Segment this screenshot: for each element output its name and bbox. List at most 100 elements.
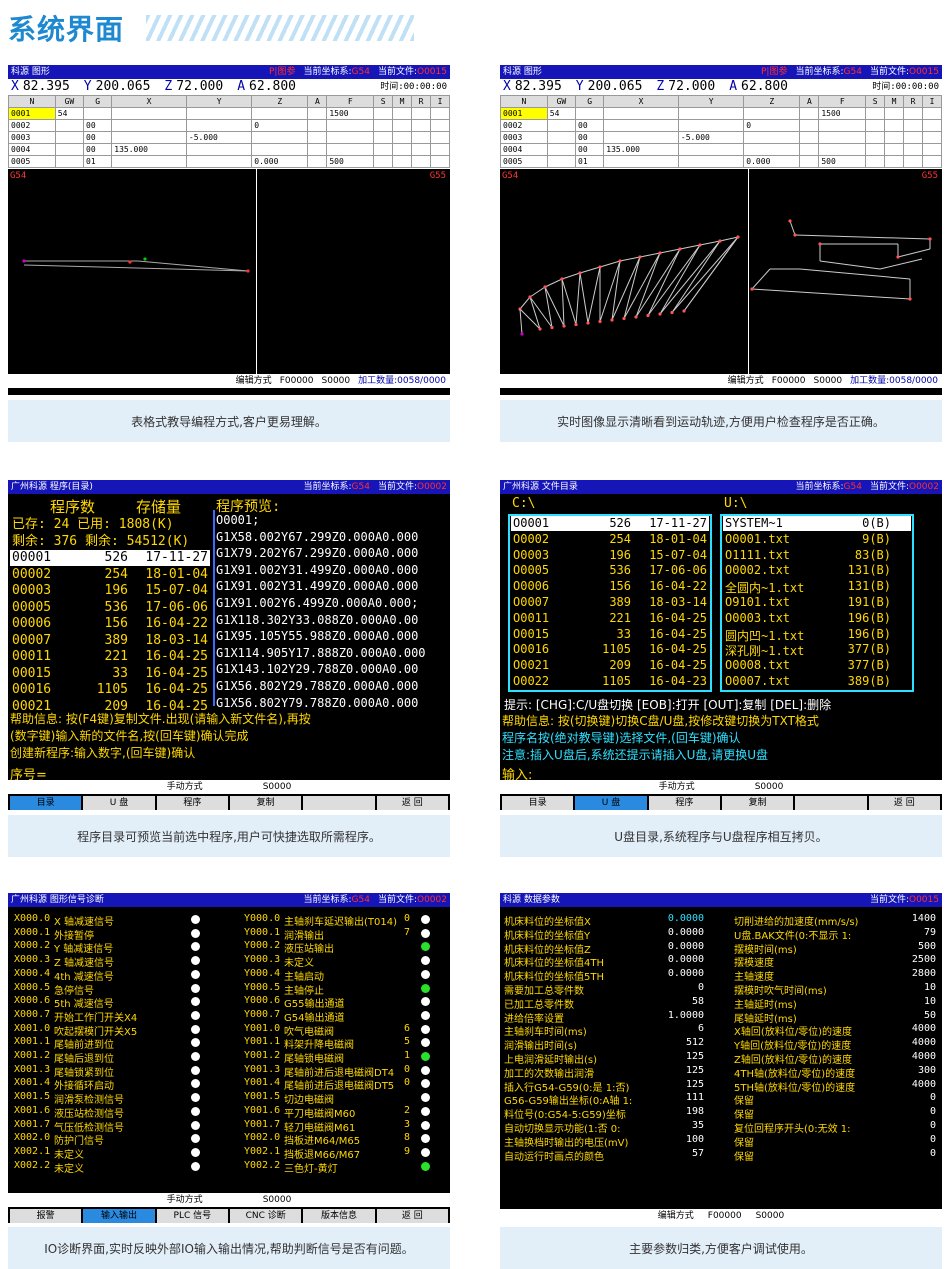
param-value[interactable]: 0.0000 xyxy=(668,954,704,965)
table-cell[interactable]: 01 xyxy=(575,155,605,168)
c-file-row[interactable]: O0016 1105 16-04-25 xyxy=(511,642,709,657)
c-file-row[interactable]: O0007 389 18-03-14 xyxy=(511,595,709,610)
softkey-6[interactable]: 返 回 xyxy=(868,796,940,810)
param-value[interactable]: 198 xyxy=(686,1106,704,1117)
table-cell[interactable] xyxy=(865,119,886,132)
table-cell[interactable] xyxy=(307,131,328,144)
table-cell[interactable] xyxy=(884,143,905,156)
table-cell[interactable]: 0005 xyxy=(8,155,56,168)
table-cell[interactable] xyxy=(922,143,942,156)
table-cell[interactable] xyxy=(392,143,413,156)
table-cell[interactable] xyxy=(392,107,413,120)
u-file-row[interactable]: O0002.txt 131(B) xyxy=(723,563,911,578)
param-value[interactable]: 4000 xyxy=(912,1079,936,1090)
table-cell[interactable] xyxy=(603,119,679,132)
table-cell[interactable]: 00 xyxy=(83,119,113,132)
table-cell[interactable] xyxy=(743,143,801,156)
param-value[interactable]: 0.0000 xyxy=(668,968,704,979)
table-cell[interactable]: 0004 xyxy=(8,143,56,156)
table-cell[interactable] xyxy=(603,155,679,168)
param-value[interactable]: 4000 xyxy=(912,1051,936,1062)
table-cell[interactable]: 0003 xyxy=(8,131,56,144)
softkey-3[interactable]: 程序 xyxy=(156,796,228,810)
table-cell[interactable] xyxy=(430,107,450,120)
table-cell[interactable] xyxy=(677,155,745,168)
table-cell[interactable] xyxy=(373,131,394,144)
table-cell[interactable]: 00 xyxy=(575,119,605,132)
param-value[interactable]: 100 xyxy=(686,1134,704,1145)
table-cell[interactable] xyxy=(185,119,253,132)
table-cell[interactable]: 0.000 xyxy=(251,155,309,168)
file-row[interactable]: 00011 221 16-04-25 xyxy=(10,649,210,665)
file-row[interactable]: 00001 526 17-11-27 xyxy=(10,550,210,566)
table-cell[interactable]: 54 xyxy=(546,107,577,120)
table-cell[interactable]: 135.000 xyxy=(603,143,679,156)
softkey-5[interactable]: 版本信息 xyxy=(303,1209,375,1223)
table-cell[interactable] xyxy=(799,155,820,168)
u-file-row[interactable]: 深孔刚~1.txt 377(B) xyxy=(723,642,911,658)
softkey-5[interactable] xyxy=(303,796,375,810)
table-cell[interactable] xyxy=(903,119,923,132)
table-cell[interactable] xyxy=(603,131,679,144)
table-cell[interactable] xyxy=(430,131,450,144)
table-cell[interactable] xyxy=(603,107,679,120)
file-row[interactable]: 00016 1105 16-04-25 xyxy=(10,682,210,698)
table-cell[interactable] xyxy=(865,143,886,156)
table-cell[interactable] xyxy=(575,107,605,120)
table-cell[interactable] xyxy=(922,131,942,144)
param-value[interactable]: 300 xyxy=(918,1065,936,1076)
table-cell[interactable]: 500 xyxy=(326,155,375,168)
param-value[interactable]: 500 xyxy=(918,941,936,952)
table-cell[interactable] xyxy=(307,107,328,120)
u-file-row[interactable]: O9101.txt 191(B) xyxy=(723,595,911,610)
table-cell[interactable] xyxy=(430,143,450,156)
table-cell[interactable] xyxy=(430,119,450,132)
table-cell[interactable] xyxy=(799,143,820,156)
table-cell[interactable]: 0004 xyxy=(500,143,548,156)
table-cell[interactable] xyxy=(903,131,923,144)
table-cell[interactable] xyxy=(677,107,745,120)
table-cell[interactable] xyxy=(865,131,886,144)
table-cell[interactable]: 54 xyxy=(54,107,85,120)
table-cell[interactable] xyxy=(411,131,431,144)
table-cell[interactable] xyxy=(546,155,577,168)
table-cell[interactable] xyxy=(903,107,923,120)
u-file-row[interactable]: O0007.txt 389(B) xyxy=(723,674,911,689)
table-cell[interactable]: 0005 xyxy=(500,155,548,168)
softkey-1[interactable]: 报警 xyxy=(10,1209,82,1223)
table-cell[interactable]: 0 xyxy=(251,119,309,132)
table-cell[interactable] xyxy=(865,107,886,120)
table-cell[interactable] xyxy=(185,155,253,168)
table-cell[interactable] xyxy=(677,119,745,132)
table-cell[interactable] xyxy=(430,155,450,168)
param-value[interactable]: 1400 xyxy=(912,913,936,924)
file-row[interactable]: 00006 156 16-04-22 xyxy=(10,616,210,632)
softkey-2[interactable]: U 盘 xyxy=(83,796,155,810)
param-value[interactable]: 0.0000 xyxy=(668,927,704,938)
param-value[interactable]: 2800 xyxy=(912,968,936,979)
table-cell[interactable] xyxy=(411,155,431,168)
param-value[interactable]: 2500 xyxy=(912,954,936,965)
u-file-row[interactable]: 全圆内~1.txt 131(B) xyxy=(723,579,911,595)
table-cell[interactable] xyxy=(392,131,413,144)
u-file-row[interactable]: O0008.txt 377(B) xyxy=(723,658,911,673)
c-file-row[interactable]: O0021 209 16-04-25 xyxy=(511,658,709,673)
table-cell[interactable] xyxy=(884,131,905,144)
table-row[interactable]: 0004 00 135.000 xyxy=(8,143,450,156)
table-cell[interactable]: 0002 xyxy=(500,119,548,132)
table-cell[interactable] xyxy=(799,131,820,144)
table-cell[interactable] xyxy=(307,155,328,168)
table-cell[interactable]: 00 xyxy=(575,131,605,144)
table-cell[interactable] xyxy=(83,107,113,120)
table-cell[interactable] xyxy=(884,107,905,120)
table-cell[interactable]: 0001 xyxy=(8,107,56,120)
table-cell[interactable] xyxy=(677,143,745,156)
param-value[interactable]: 1.0000 xyxy=(668,1010,704,1021)
table-row[interactable]: 0002 00 0 xyxy=(500,119,942,132)
table-row[interactable]: 0005 01 0.000 500 xyxy=(8,155,450,168)
table-cell[interactable] xyxy=(185,143,253,156)
table-cell[interactable] xyxy=(922,155,942,168)
file-row[interactable]: 00015 33 16-04-25 xyxy=(10,666,210,682)
param-value[interactable]: 0 xyxy=(930,1092,936,1103)
c-file-row[interactable]: O0006 156 16-04-22 xyxy=(511,579,709,594)
